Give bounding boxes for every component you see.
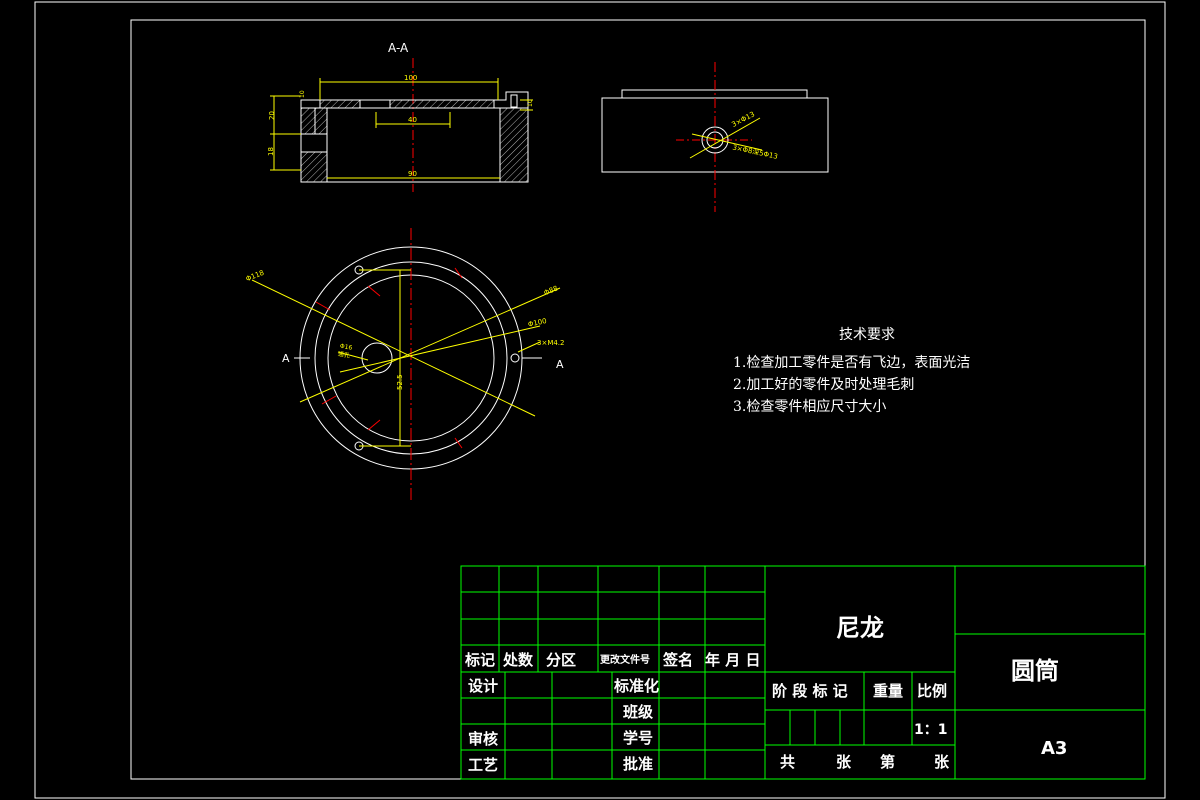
dim-threads: 3×M4.2 — [537, 339, 565, 347]
callout-slot-2: 3×Φ8深5Φ13 — [732, 143, 779, 161]
dim-bottom-width: 90 — [408, 170, 417, 178]
tech-req-title: 技术要求 — [839, 327, 895, 343]
label-process: 工艺 — [468, 756, 498, 774]
part-name: 圆筒 — [1011, 657, 1059, 685]
label-scale: 比例 — [917, 682, 947, 700]
header-zone: 分区 — [546, 651, 576, 669]
sheet-size: A3 — [1041, 738, 1067, 759]
tech-req-item-1: 1.检查加工零件是否有飞边，表面光洁 — [733, 355, 970, 371]
dim-inner-width: 40 — [408, 116, 417, 124]
label-design: 设计 — [468, 677, 498, 695]
label-weight: 重量 — [873, 682, 903, 700]
dim-diameter-88: Φ88 — [543, 284, 559, 297]
header-count: 处数 — [502, 651, 534, 669]
plan-view: A A Φ118 Φ88 Φ100 3×M4.2 Φ16 通孔 52.5 — [245, 228, 565, 502]
tech-req-item-3: 3.检查零件相应尺寸大小 — [733, 398, 886, 415]
dim-left-top: 10 — [299, 90, 306, 98]
dim-left-lower: 18 — [267, 147, 275, 156]
label-class: 班级 — [623, 703, 654, 721]
label-student-id: 学号 — [623, 729, 653, 747]
section-mark-left: A — [282, 352, 290, 365]
sheet-total-unit: 张 — [836, 753, 852, 771]
cad-drawing-sheet: A-A 100 40 90 20 18 10 10 3×Φ13 3×Φ8深5Φ1… — [34, 1, 1166, 799]
side-view: 3×Φ13 3×Φ8深5Φ13 — [601, 62, 829, 212]
tech-requirements: 技术要求 1.检查加工零件是否有飞边，表面光洁 2.加工好的零件及时处理毛刺 3… — [733, 327, 970, 415]
header-mark: 标记 — [464, 651, 495, 669]
section-mark-right: A — [556, 358, 564, 371]
dim-left-upper: 20 — [268, 111, 276, 120]
scale-value: 1：1 — [914, 722, 947, 738]
sheet-total-label: 共 — [780, 753, 795, 771]
material-label: 尼龙 — [836, 614, 884, 642]
header-date: 年 月 日 — [705, 651, 760, 669]
tech-req-item-2: 2.加工好的零件及时处理毛刺 — [733, 377, 914, 393]
label-review: 审核 — [468, 730, 498, 748]
dim-vertical: 52.5 — [396, 374, 404, 390]
dim-right-small: 10 — [527, 99, 534, 107]
sheet-index-unit: 张 — [934, 753, 950, 771]
outer-border — [34, 1, 1166, 799]
callout-slot: 3×Φ13 — [730, 110, 756, 129]
dim-top-width: 100 — [404, 74, 417, 82]
section-view: A-A 100 40 90 20 18 10 10 — [267, 41, 534, 192]
header-signature: 签名 — [662, 651, 693, 669]
section-label: A-A — [388, 41, 409, 55]
label-standardization: 标准化 — [613, 677, 659, 695]
label-stage-mark: 阶 段 标 记 — [772, 682, 848, 700]
sheet-index-label: 第 — [880, 753, 895, 771]
header-change-doc: 更改文件号 — [600, 653, 650, 666]
label-approve: 批准 — [623, 755, 653, 773]
